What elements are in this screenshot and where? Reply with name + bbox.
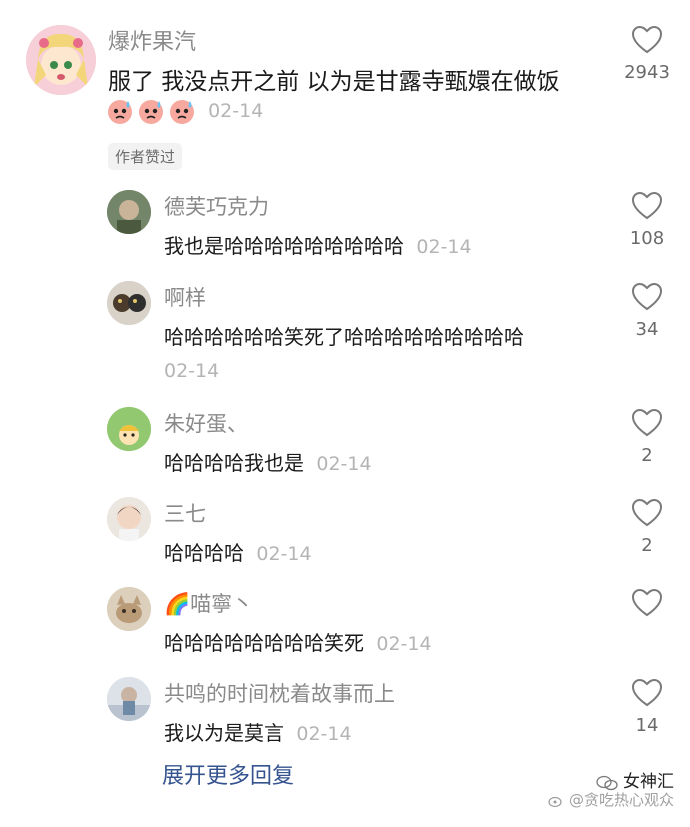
watermark-sub: @贪吃热心观众 bbox=[548, 791, 674, 809]
reply-text: 哈哈哈哈哈哈哈哈笑死 02-14 bbox=[164, 627, 432, 656]
comment-username[interactable]: 爆炸果汽 bbox=[108, 24, 196, 56]
comment-text: 服了 我没点开之前 以为是甘露寺甄嬛在做饭 bbox=[108, 62, 560, 96]
anime-girl-avatar-image bbox=[26, 25, 96, 95]
avatar-image bbox=[107, 497, 151, 541]
reply-time: 02-14 bbox=[416, 236, 472, 258]
heart-icon[interactable] bbox=[632, 283, 662, 311]
reply-username[interactable]: 三七 bbox=[164, 498, 206, 528]
weibo-icon bbox=[548, 796, 562, 807]
reply-time: 02-14 bbox=[316, 453, 372, 475]
like-button[interactable]: 2 bbox=[617, 499, 677, 556]
heart-icon[interactable] bbox=[632, 26, 662, 54]
reply-text: 我也是哈哈哈哈哈哈哈哈哈 02-14 bbox=[164, 230, 472, 259]
reply-time: 02-14 bbox=[256, 543, 312, 565]
reply-item: 三七 哈哈哈哈 02-14 2 bbox=[0, 492, 690, 572]
like-count: 2 bbox=[641, 445, 653, 466]
like-button[interactable] bbox=[617, 589, 677, 625]
reply-item: 共鸣的时间枕着故事而上 我以为是莫言 02-14 14 bbox=[0, 672, 690, 752]
reply-item: 德芙巧克力 我也是哈哈哈哈哈哈哈哈哈 02-14 108 bbox=[0, 185, 690, 265]
heart-icon[interactable] bbox=[632, 679, 662, 707]
avatar-image bbox=[107, 587, 151, 631]
reply-body: 哈哈哈哈哈哈哈哈笑死 bbox=[164, 631, 364, 655]
reply-item: 🌈喵寧丶 哈哈哈哈哈哈哈哈笑死 02-14 bbox=[0, 582, 690, 662]
watermark-brand: 女神汇 bbox=[623, 772, 674, 792]
heart-icon[interactable] bbox=[632, 192, 662, 220]
avatar[interactable] bbox=[107, 677, 151, 721]
like-count: 34 bbox=[635, 319, 659, 340]
reply-username[interactable]: 德芙巧克力 bbox=[164, 191, 269, 221]
like-button[interactable]: 34 bbox=[617, 283, 677, 340]
reply-username[interactable]: 啊样 bbox=[164, 282, 206, 312]
reply-item: 朱好蛋、 哈哈哈哈我也是 02-14 2 bbox=[0, 402, 690, 482]
avatar[interactable] bbox=[107, 497, 151, 541]
like-count: 108 bbox=[629, 228, 665, 249]
reply-time: 02-14 bbox=[296, 723, 352, 745]
heart-icon[interactable] bbox=[632, 409, 662, 437]
reply-text: 哈哈哈哈我也是 02-14 bbox=[164, 447, 372, 476]
reply-time: 02-14 bbox=[376, 633, 432, 655]
heart-icon[interactable] bbox=[632, 499, 662, 527]
like-count: 2943 bbox=[624, 62, 670, 83]
avatar[interactable] bbox=[107, 407, 151, 451]
avatar[interactable] bbox=[107, 281, 151, 325]
avatar-image bbox=[107, 407, 151, 451]
watermark-handle: @贪吃热心观众 bbox=[568, 791, 674, 809]
avatar[interactable] bbox=[26, 25, 96, 95]
comment-time: 02-14 bbox=[208, 100, 264, 122]
watermark-brand-row: 女神汇 bbox=[548, 773, 674, 791]
emoji-row: 02-14 bbox=[106, 97, 263, 127]
reply-body: 我以为是莫言 bbox=[164, 721, 284, 745]
reply-username[interactable]: 🌈喵寧丶 bbox=[164, 588, 253, 618]
author-liked-badge: 作者赞过 bbox=[108, 143, 183, 170]
sweat-face-emoji-icon bbox=[139, 100, 163, 124]
reply-text: 哈哈哈哈 02-14 bbox=[164, 537, 312, 566]
avatar[interactable] bbox=[107, 587, 151, 631]
reply-body: 哈哈哈哈哈哈笑死了哈哈哈哈哈哈哈哈哈 bbox=[164, 325, 524, 349]
avatar-image bbox=[107, 677, 151, 721]
sweat-face-emoji-icon bbox=[108, 100, 132, 124]
avatar-image bbox=[107, 281, 151, 325]
like-button[interactable]: 108 bbox=[617, 192, 677, 249]
like-button[interactable]: 2943 bbox=[617, 26, 677, 83]
reply-username[interactable]: 共鸣的时间枕着故事而上 bbox=[164, 678, 395, 708]
expand-more-replies-link[interactable]: 展开更多回复 bbox=[162, 758, 294, 790]
sweat-face-emoji-icon bbox=[170, 100, 194, 124]
reply-time: 02-14 bbox=[164, 360, 220, 382]
avatar-image bbox=[107, 190, 151, 234]
wechat-icon bbox=[596, 775, 618, 790]
reply-body: 我也是哈哈哈哈哈哈哈哈哈 bbox=[164, 234, 404, 258]
reply-body: 哈哈哈哈我也是 bbox=[164, 451, 304, 475]
like-count: 14 bbox=[635, 715, 659, 736]
top-comment: 爆炸果汽 服了 我没点开之前 以为是甘露寺甄嬛在做饭 02-14 作者赞过 29… bbox=[0, 0, 690, 175]
like-button[interactable]: 2 bbox=[617, 409, 677, 466]
like-button[interactable]: 14 bbox=[617, 679, 677, 736]
avatar[interactable] bbox=[107, 190, 151, 234]
heart-icon[interactable] bbox=[632, 589, 662, 617]
reply-text: 哈哈哈哈哈哈笑死了哈哈哈哈哈哈哈哈哈 bbox=[164, 321, 524, 350]
reply-item: 啊样 哈哈哈哈哈哈笑死了哈哈哈哈哈哈哈哈哈 02-14 34 bbox=[0, 276, 690, 386]
comment-body: 服了 我没点开之前 以为是甘露寺甄嬛在做饭 bbox=[108, 69, 560, 95]
reply-username[interactable]: 朱好蛋、 bbox=[164, 408, 248, 438]
watermark: 女神汇 @贪吃热心观众 bbox=[548, 773, 674, 809]
like-count: 2 bbox=[641, 535, 653, 556]
reply-text: 我以为是莫言 02-14 bbox=[164, 717, 352, 746]
reply-body: 哈哈哈哈 bbox=[164, 541, 244, 565]
